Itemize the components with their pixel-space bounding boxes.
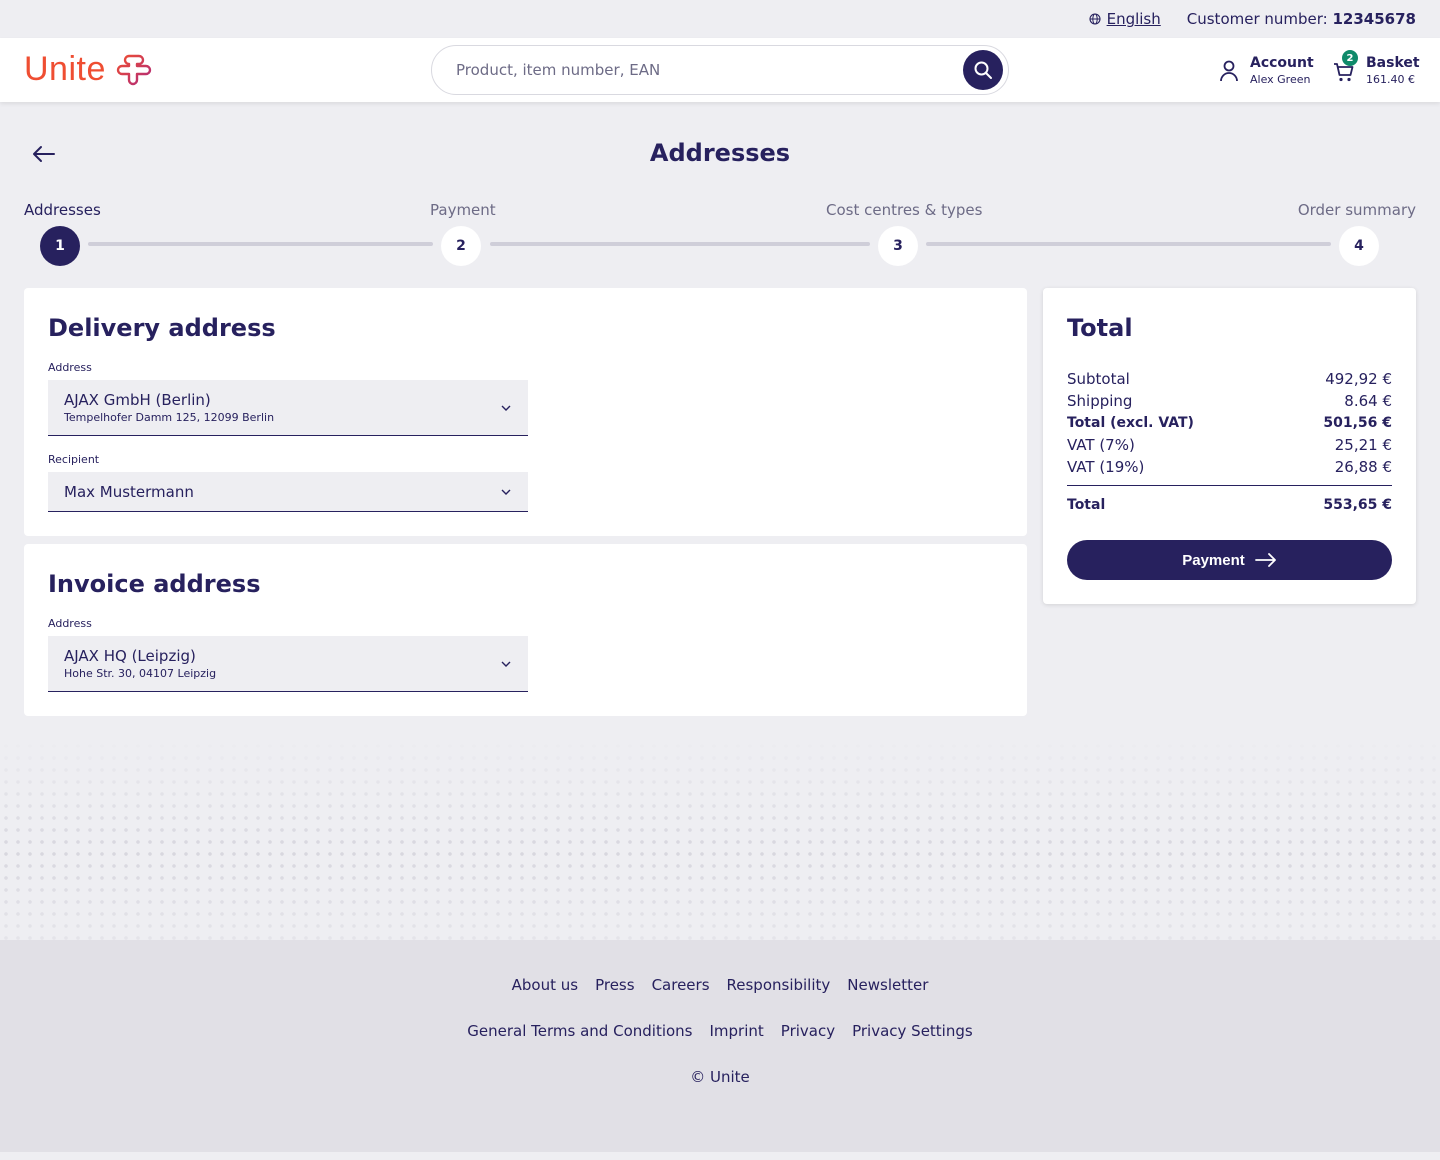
row-label: Shipping xyxy=(1067,392,1133,410)
logo-mark-icon xyxy=(116,54,152,85)
step-label-payment[interactable]: Payment xyxy=(430,201,496,219)
step-connector xyxy=(926,242,1331,246)
recipient-select[interactable]: Max Mustermann xyxy=(48,472,528,512)
footer-link-terms[interactable]: General Terms and Conditions xyxy=(467,1022,692,1040)
page-title: Addresses xyxy=(649,139,791,167)
order-total-card: Total Subtotal 492,92 € Shipping 8.64 € … xyxy=(1043,288,1416,604)
customer-number: Customer number: 12345678 xyxy=(1187,10,1416,28)
chevron-down-icon xyxy=(501,489,511,495)
chevron-down-icon xyxy=(501,661,511,667)
recipient-value: Max Mustermann xyxy=(64,483,194,501)
step-circle-2[interactable]: 2 xyxy=(441,226,481,266)
customer-number-label: Customer number: xyxy=(1186,10,1333,28)
language-switcher[interactable]: English xyxy=(1089,10,1161,28)
grand-total-value: 553,65 € xyxy=(1323,497,1392,513)
account-title: Account xyxy=(1250,55,1314,71)
footer-link-privacy-settings[interactable]: Privacy Settings xyxy=(852,1022,973,1040)
main-header: Unite Account Alex Green xyxy=(0,38,1440,102)
footer-link-responsibility[interactable]: Responsibility xyxy=(727,976,831,994)
delivery-address-title: Delivery address xyxy=(48,314,276,342)
invoice-address-label: Address xyxy=(48,617,92,630)
row-value: 501,56 € xyxy=(1323,415,1392,431)
vat-7-row: VAT (7%) 25,21 € xyxy=(1067,436,1392,454)
grand-total-label: Total xyxy=(1067,497,1106,513)
footer-link-careers[interactable]: Careers xyxy=(652,976,710,994)
footer-link-about[interactable]: About us xyxy=(512,976,578,994)
account-link[interactable]: Account Alex Green xyxy=(1218,54,1314,88)
top-bar: English Customer number: 12345678 xyxy=(0,0,1440,38)
chevron-down-icon xyxy=(501,405,511,411)
row-label: VAT (7%) xyxy=(1067,436,1135,454)
invoice-address-select[interactable]: AJAX HQ (Leipzig) Hohe Str. 30, 04107 Le… xyxy=(48,636,528,692)
basket-title: Basket xyxy=(1366,55,1420,71)
invoice-address-title: Invoice address xyxy=(48,570,261,598)
delivery-address-label: Address xyxy=(48,361,92,374)
step-connector xyxy=(490,242,870,246)
shipping-row: Shipping 8.64 € xyxy=(1067,392,1392,410)
total-excl-vat-row: Total (excl. VAT) 501,56 € xyxy=(1067,415,1392,431)
footer-links-primary: About us Press Careers Responsibility Ne… xyxy=(0,976,1440,994)
footer-link-newsletter[interactable]: Newsletter xyxy=(847,976,928,994)
globe-icon xyxy=(1089,13,1101,25)
search-input[interactable] xyxy=(456,61,936,79)
arrow-right-icon xyxy=(1254,553,1276,567)
delivery-address-card: Delivery address Address AJAX GmbH (Berl… xyxy=(24,288,1027,536)
account-user: Alex Green xyxy=(1250,73,1311,86)
footer-link-imprint[interactable]: Imprint xyxy=(710,1022,764,1040)
language-label[interactable]: English xyxy=(1107,10,1161,28)
search-icon xyxy=(974,61,992,79)
logo[interactable]: Unite xyxy=(24,50,152,89)
payment-button-label: Payment xyxy=(1182,551,1245,569)
subtotal-row: Subtotal 492,92 € xyxy=(1067,370,1392,388)
page-footer: About us Press Careers Responsibility Ne… xyxy=(0,940,1440,1152)
recipient-label: Recipient xyxy=(48,453,100,466)
row-label: Subtotal xyxy=(1067,370,1130,388)
checkout-stepper: Addresses Payment Cost centres & types O… xyxy=(0,198,1440,268)
row-value: 8.64 € xyxy=(1344,392,1392,410)
search-bar xyxy=(431,45,1009,95)
payment-button[interactable]: Payment xyxy=(1067,540,1392,580)
step-circle-3[interactable]: 3 xyxy=(878,226,918,266)
delivery-address-select[interactable]: AJAX GmbH (Berlin) Tempelhofer Damm 125,… xyxy=(48,380,528,436)
row-value: 492,92 € xyxy=(1325,370,1392,388)
customer-number-value: 12345678 xyxy=(1332,10,1417,28)
delivery-address-value: AJAX GmbH (Berlin) xyxy=(64,391,211,409)
row-label: Total (excl. VAT) xyxy=(1067,415,1194,431)
basket-amount: 161.40 € xyxy=(1366,73,1415,86)
delivery-address-detail: Tempelhofer Damm 125, 12099 Berlin xyxy=(64,411,275,424)
step-label-order-summary[interactable]: Order summary xyxy=(1298,201,1416,219)
row-label: VAT (19%) xyxy=(1067,458,1145,476)
step-connector xyxy=(88,242,433,246)
logo-text: Unite xyxy=(24,50,106,88)
footer-link-press[interactable]: Press xyxy=(595,976,634,994)
footer-link-privacy[interactable]: Privacy xyxy=(781,1022,835,1040)
vat-19-row: VAT (19%) 26,88 € xyxy=(1067,458,1392,476)
basket-count-badge: 2 xyxy=(1342,50,1358,66)
grand-total-row: Total 553,65 € xyxy=(1067,497,1392,513)
basket-icon-wrap: 2 xyxy=(1332,50,1358,82)
total-title: Total xyxy=(1067,314,1133,342)
footer-copyright: © Unite xyxy=(690,1068,750,1086)
footer-pattern xyxy=(0,740,1440,940)
step-label-addresses[interactable]: Addresses xyxy=(24,201,101,219)
total-divider xyxy=(1067,485,1392,486)
invoice-address-value: AJAX HQ (Leipzig) xyxy=(64,647,196,665)
row-value: 26,88 € xyxy=(1334,458,1392,476)
footer-links-legal: General Terms and Conditions Imprint Pri… xyxy=(0,1022,1440,1040)
step-circle-4[interactable]: 4 xyxy=(1339,226,1379,266)
invoice-address-card: Invoice address Address AJAX HQ (Leipzig… xyxy=(24,544,1027,716)
basket-link[interactable]: 2 Basket 161.40 € xyxy=(1332,50,1420,88)
step-circle-1[interactable]: 1 xyxy=(40,226,80,266)
user-icon xyxy=(1220,60,1238,82)
search-button[interactable] xyxy=(963,50,1003,90)
invoice-address-detail: Hohe Str. 30, 04107 Leipzig xyxy=(64,667,217,680)
row-value: 25,21 € xyxy=(1334,436,1392,454)
step-label-cost-centres[interactable]: Cost centres & types xyxy=(826,201,982,219)
